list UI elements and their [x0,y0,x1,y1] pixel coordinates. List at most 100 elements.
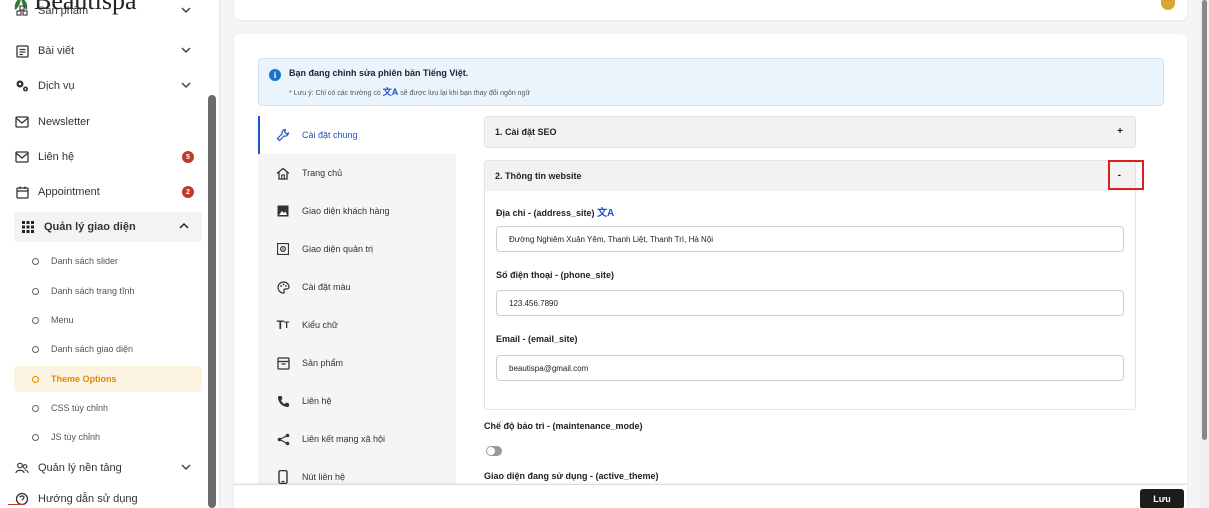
sidebar-item-label: Quản lý nền tảng [38,462,122,474]
translate-icon: 文A [597,208,615,219]
sidebar-scrollbar[interactable] [208,95,216,508]
address-label-text: Địa chỉ - (address_site) [496,208,595,218]
sub-item-label: Theme Options [51,374,117,384]
save-button[interactable]: Lưu [1140,489,1184,508]
bottom-action-bar [234,484,1187,508]
sidebar-item-label: Liên hệ [38,151,75,163]
sub-item-menu[interactable]: Menu [14,307,202,333]
seo-section-header[interactable]: 1. Cài đặt SEO + [485,117,1135,147]
archive-icon [276,356,290,370]
bullet-icon [32,404,39,412]
alert-note-before: * Lưu ý: Chỉ có các trường có [289,90,381,97]
maintenance-label: Chế độ bảo trì - (maintenance_mode) [484,421,643,431]
gears-icon [14,78,30,94]
settings-tab-label: Giao diện khách hàng [302,206,390,216]
sub-item-label: CSS tùy chỉnh [51,403,109,413]
bullet-icon [32,433,39,441]
sub-item-label: Danh sách slider [51,256,119,266]
active-theme-label: Giao diện đang sử dụng - (active_theme) [484,471,659,481]
settings-menu: Cài đặt chung Trang chủ Giao diện khách … [258,116,456,496]
email-label: Email - (email_site) [496,334,578,344]
mobile-icon [276,470,290,484]
bullet-icon [32,287,39,295]
avatar[interactable] [1161,0,1175,10]
settings-tab-general[interactable]: Cài đặt chung [258,116,456,154]
share-icon [276,432,290,446]
sidebar-item-theme-management[interactable]: Quản lý giao diện [14,212,202,242]
bullet-icon [32,375,39,383]
sidebar-item-label: Appointment [38,186,100,198]
annotation-line [8,504,24,505]
sidebar-item-contact[interactable]: Liên hệ 5 [14,142,204,172]
phone-input[interactable]: 123.456.7890 [496,290,1124,316]
toggle-knob [487,447,495,455]
calendar-icon [14,184,30,200]
chevron-down-icon [181,7,191,14]
sub-item-custom-js[interactable]: JS tùy chỉnh [14,424,202,450]
appointment-count-badge: 2 [182,186,194,198]
settings-tab-products[interactable]: Sản phẩm [258,344,456,382]
address-input[interactable]: Đường Nghiêm Xuân Yêm, Thanh Liệt, Thanh… [496,226,1124,252]
product-icon [14,3,30,19]
settings-tab-label: Liên kết mạng xã hội [302,434,386,444]
settings-tab-homepage[interactable]: Trang chủ [258,154,456,192]
maintenance-toggle[interactable] [486,446,502,456]
settings-tab-social-links[interactable]: Liên kết mạng xã hội [258,420,456,458]
sidebar-item-label: Bài viết [38,45,75,57]
settings-tab-label: Cài đặt chung [302,130,358,140]
sidebar-item-label: Newsletter [38,116,90,128]
settings-tab-label: Sản phẩm [302,358,344,368]
sidebar-item-platform-management[interactable]: Quản lý nền tảng [14,453,204,483]
contact-count-badge: 5 [182,151,194,163]
sidebar-item-user-guide[interactable]: Hướng dẫn sử dụng [14,486,204,508]
sub-item-theme-options[interactable]: Theme Options [14,366,202,392]
email-input[interactable]: beautispa@gmail.com [496,355,1124,381]
sub-item-custom-css[interactable]: CSS tùy chỉnh [14,395,202,421]
theme-options-panel: i Bạn đang chỉnh sửa phiên bản Tiếng Việ… [234,34,1187,508]
sub-item-label: Danh sách giao diện [51,344,134,354]
highlight-box [1108,160,1144,190]
home-icon [276,166,290,180]
alert-note-after: sẽ được lưu lại khi bạn thay đổi ngôn ng… [400,90,531,97]
settings-tab-label: Liên hệ [302,396,332,406]
settings-tab-typography[interactable]: TT Kiểu chữ [258,306,456,344]
seo-section: 1. Cài đặt SEO + [484,116,1136,148]
expand-icon[interactable]: + [1117,126,1123,137]
chevron-down-icon [181,464,191,471]
settings-tab-contact[interactable]: Liên hệ [258,382,456,420]
settings-tab-label: Trang chủ [302,168,343,178]
settings-tab-admin-ui[interactable]: Giao diện quản trị [258,230,456,268]
page-scrollbar[interactable] [1200,0,1209,508]
mail-icon [14,149,30,165]
sub-item-slider-list[interactable]: Danh sách slider [14,248,202,274]
phone-icon [276,394,290,408]
settings-tab-client-ui[interactable]: Giao diện khách hàng [258,192,456,230]
sidebar-item-articles[interactable]: Bài viết [14,36,204,66]
phone-label: Số điện thoại - (phone_site) [496,270,615,280]
mail-icon [14,114,30,130]
sidebar-item-appointment[interactable]: Appointment 2 [14,177,204,207]
chevron-up-icon [179,222,189,229]
sidebar-item-label: Dịch vụ [38,80,75,92]
info-icon: i [269,69,281,81]
sidebar-item-label: Hướng dẫn sử dụng [38,493,138,505]
sidebar-item-products[interactable]: Sản phẩm [14,0,204,22]
website-info-section-header[interactable]: 2. Thông tin website - [485,161,1135,191]
users-icon [14,460,30,476]
address-label: Địa chỉ - (address_site) 文A [496,204,614,219]
sidebar-item-services[interactable]: Dịch vụ [14,71,204,101]
bullet-icon [32,316,39,324]
sub-item-static-pages[interactable]: Danh sách trang tĩnh [14,278,202,304]
wrench-icon [276,128,290,142]
top-header [234,0,1187,20]
sidebar-item-newsletter[interactable]: Newsletter [14,107,204,137]
translate-icon: 文A [382,87,399,97]
grid-icon [20,219,36,235]
bullet-icon [32,257,39,265]
chevron-down-icon [181,47,191,54]
page-scrollbar-thumb[interactable] [1202,0,1207,440]
sub-item-theme-list[interactable]: Danh sách giao diện [14,336,202,362]
settings-tab-colors[interactable]: Cài đặt màu [258,268,456,306]
settings-tab-label: Nút liên hệ [302,472,346,482]
image-icon [276,204,290,218]
